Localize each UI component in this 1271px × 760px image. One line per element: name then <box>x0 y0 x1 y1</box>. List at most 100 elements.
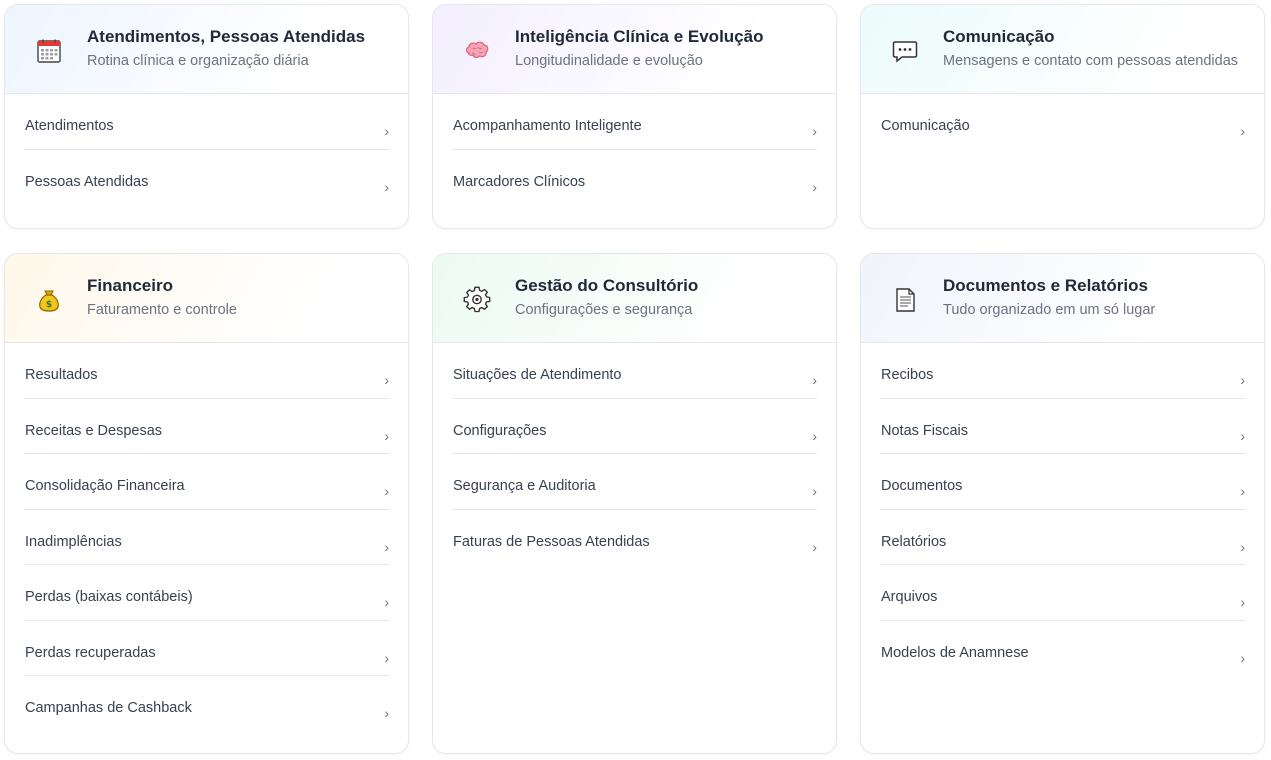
menu-item-situacoes-atendimento[interactable]: Situações de Atendimento › <box>452 343 817 399</box>
card-comunicacao: Comunicação Mensagens e contato com pess… <box>860 4 1265 229</box>
chevron-right-icon: › <box>1240 483 1245 499</box>
card-subtitle: Faturamento e controle <box>87 302 237 318</box>
item-label: Acompanhamento Inteligente <box>453 118 642 134</box>
chevron-right-icon: › <box>384 178 389 195</box>
menu-item-perdas[interactable]: Perdas (baixas contábeis) › <box>24 565 389 621</box>
card-header: Documentos e Relatórios Tudo organizado … <box>861 254 1264 343</box>
menu-item-pessoas-atendidas[interactable]: Pessoas Atendidas › <box>24 150 389 206</box>
card-header: Comunicação Mensagens e contato com pess… <box>861 5 1264 94</box>
menu-item-acompanhamento-inteligente[interactable]: Acompanhamento Inteligente › <box>452 94 817 150</box>
card-subtitle: Rotina clínica e organização diária <box>87 53 309 69</box>
item-label: Notas Fiscais <box>881 422 969 439</box>
brain-icon <box>463 37 491 65</box>
item-label: Modelos de Anamnese <box>881 644 1029 661</box>
card-financeiro: $ Financeiro Faturamento e controle Resu… <box>4 253 409 754</box>
card-title: Comunicação <box>943 27 1055 46</box>
chevron-right-icon: › <box>384 705 389 721</box>
item-list: Atendimentos › Pessoas Atendidas › <box>5 94 408 205</box>
chevron-right-icon: › <box>812 538 817 555</box>
item-label: Receitas e Despesas <box>25 422 163 439</box>
chevron-right-icon: › <box>384 372 389 388</box>
item-label: Consolidação Financeira <box>25 478 185 494</box>
chevron-right-icon: › <box>812 427 817 444</box>
item-label: Comunicação <box>881 118 970 134</box>
card-gestao-consultorio: Gestão do Consultório Configurações e se… <box>432 253 837 754</box>
chat-icon <box>891 37 919 65</box>
menu-item-seguranca-auditoria[interactable]: Segurança e Auditoria › <box>452 454 817 510</box>
menu-item-notas-fiscais[interactable]: Notas Fiscais › <box>880 399 1245 454</box>
item-label: Configurações <box>453 422 547 439</box>
menu-item-resultados[interactable]: Resultados › <box>24 343 389 399</box>
chevron-right-icon: › <box>812 178 817 195</box>
card-title: Gestão do Consultório <box>515 276 699 295</box>
menu-item-faturas-pessoas-atendidas[interactable]: Faturas de Pessoas Atendidas › <box>452 510 817 566</box>
menu-item-relatorios[interactable]: Relatórios › <box>880 510 1245 565</box>
item-label: Recibos <box>881 367 934 383</box>
item-list: Resultados › Receitas e Despesas › Conso… <box>5 343 408 732</box>
chevron-right-icon: › <box>384 427 389 444</box>
item-label: Perdas recuperadas <box>25 644 156 661</box>
card-header: $ Financeiro Faturamento e controle <box>5 254 408 343</box>
chevron-right-icon: › <box>1240 538 1245 555</box>
menu-item-documentos[interactable]: Documentos › <box>880 454 1245 510</box>
menu-item-marcadores-clinicos[interactable]: Marcadores Clínicos › <box>452 150 817 206</box>
card-title: Financeiro <box>87 276 173 295</box>
menu-item-inadimplencias[interactable]: Inadimplências › <box>24 510 389 565</box>
item-label: Documentos <box>881 478 963 494</box>
card-title: Inteligência Clínica e Evolução <box>515 27 764 46</box>
item-label: Pessoas Atendidas <box>25 173 149 190</box>
card-header: Atendimentos, Pessoas Atendidas Rotina c… <box>5 5 408 94</box>
gear-icon <box>463 286 491 314</box>
chevron-right-icon: › <box>1240 649 1245 666</box>
menu-item-receitas-despesas[interactable]: Receitas e Despesas › <box>24 399 389 454</box>
chevron-right-icon: › <box>1240 372 1245 388</box>
card-header: Gestão do Consultório Configurações e se… <box>433 254 836 343</box>
menu-item-campanhas-cashback[interactable]: Campanhas de Cashback › <box>24 676 389 732</box>
chevron-right-icon: › <box>384 483 389 499</box>
item-label: Arquivos <box>881 589 938 605</box>
chevron-right-icon: › <box>812 483 817 499</box>
card-header: Inteligência Clínica e Evolução Longitud… <box>433 5 836 94</box>
menu-item-modelos-anamnese[interactable]: Modelos de Anamnese › <box>880 621 1245 677</box>
menu-item-consolidacao-financeira[interactable]: Consolidação Financeira › <box>24 454 389 510</box>
card-subtitle: Longitudinalidade e evolução <box>515 53 703 69</box>
item-label: Relatórios <box>881 533 947 550</box>
chevron-right-icon: › <box>1240 123 1245 139</box>
item-list: Recibos › Notas Fiscais › Documentos › R… <box>861 343 1264 676</box>
menu-item-comunicacao[interactable]: Comunicação › <box>880 94 1245 150</box>
item-label: Segurança e Auditoria <box>453 478 596 494</box>
chevron-right-icon: › <box>1240 427 1245 444</box>
item-list: Acompanhamento Inteligente › Marcadores … <box>433 94 836 205</box>
item-label: Perdas (baixas contábeis) <box>25 589 193 605</box>
card-title: Atendimentos, Pessoas Atendidas <box>87 27 366 46</box>
item-label: Faturas de Pessoas Atendidas <box>453 533 650 550</box>
card-documentos-relatorios: Documentos e Relatórios Tudo organizado … <box>860 253 1265 754</box>
menu-item-arquivos[interactable]: Arquivos › <box>880 565 1245 621</box>
chevron-right-icon: › <box>384 649 389 666</box>
card-subtitle: Tudo organizado em um só lugar <box>943 302 1156 318</box>
item-label: Inadimplências <box>25 533 122 550</box>
item-list: Situações de Atendimento › Configurações… <box>433 343 836 565</box>
menu-item-atendimentos[interactable]: Atendimentos › <box>24 94 389 150</box>
item-label: Resultados <box>25 367 98 383</box>
card-title: Documentos e Relatórios <box>943 276 1148 295</box>
menu-item-configuracoes[interactable]: Configurações › <box>452 399 817 454</box>
chevron-right-icon: › <box>384 538 389 555</box>
menu-item-recibos[interactable]: Recibos › <box>880 343 1245 399</box>
item-list: Comunicação › <box>861 94 1264 150</box>
chevron-right-icon: › <box>812 123 817 139</box>
svg-text:$: $ <box>46 300 52 310</box>
document-icon <box>891 286 919 314</box>
chevron-right-icon: › <box>1240 594 1245 610</box>
chevron-right-icon: › <box>812 372 817 388</box>
item-label: Campanhas de Cashback <box>25 700 192 716</box>
chevron-right-icon: › <box>384 594 389 610</box>
calendar-icon <box>35 37 63 65</box>
item-label: Situações de Atendimento <box>453 367 622 383</box>
chevron-right-icon: › <box>384 123 389 139</box>
money-bag-icon: $ <box>35 286 63 314</box>
card-subtitle: Mensagens e contato com pessoas atendida… <box>943 53 1239 69</box>
menu-item-perdas-recuperadas[interactable]: Perdas recuperadas › <box>24 621 389 676</box>
item-label: Marcadores Clínicos <box>453 173 586 190</box>
card-inteligencia-clinica: Inteligência Clínica e Evolução Longitud… <box>432 4 837 229</box>
